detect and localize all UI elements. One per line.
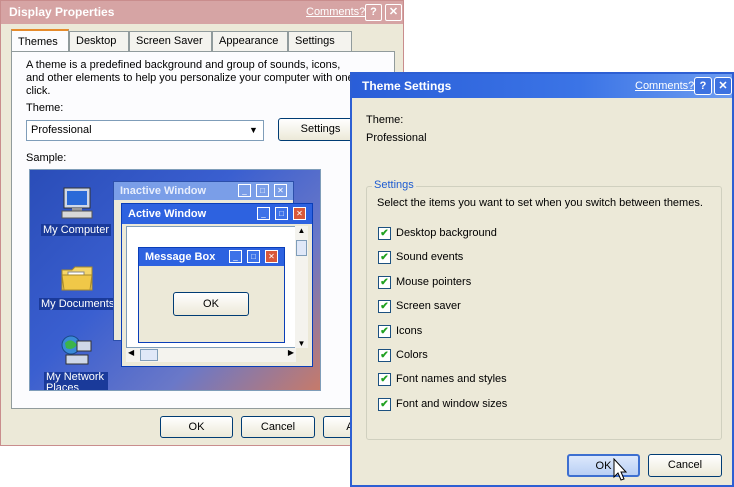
help-icon: ? <box>370 6 377 18</box>
checkbox-label: Mouse pointers <box>396 276 472 288</box>
close-icon: ✕ <box>293 207 306 220</box>
maximize-icon: □ <box>247 250 260 263</box>
theme-value: Professional <box>366 132 427 144</box>
checkbox-label: Font and window sizes <box>396 398 508 410</box>
horizontal-scrollbar[interactable]: ◀ ▶ <box>126 348 296 362</box>
ok-button[interactable]: OK <box>567 454 640 477</box>
theme-dropdown-value: Professional <box>31 124 92 136</box>
scroll-left-icon[interactable]: ◀ <box>128 348 134 357</box>
sample-label: Sample: <box>26 152 67 164</box>
checkbox-checked-icon[interactable]: ✔ <box>378 227 391 240</box>
scroll-right-icon[interactable]: ▶ <box>288 348 294 357</box>
checkbox-label: Sound events <box>396 251 464 263</box>
checkbox-checked-icon[interactable]: ✔ <box>378 373 391 386</box>
close-icon: ✕ <box>274 184 287 197</box>
tab-appearance[interactable]: Appearance <box>212 31 288 51</box>
my-computer-icon <box>61 187 93 219</box>
ok-button[interactable]: OK <box>160 416 233 438</box>
settings-group-title: Settings <box>372 179 416 191</box>
close-icon: ✕ <box>265 250 278 263</box>
scroll-down-icon[interactable]: ▼ <box>295 339 308 348</box>
display-properties-window: Display Properties Comments? ? ✕ Themes … <box>0 0 404 446</box>
vertical-scrollbar[interactable]: ▲ ▼ <box>295 226 308 348</box>
window-title: Display Properties <box>9 5 115 19</box>
comments-link[interactable]: Comments? <box>306 6 365 18</box>
message-box-ok-button[interactable]: OK <box>173 292 249 316</box>
close-icon: ✕ <box>718 80 728 92</box>
theme-settings-dialog: Theme Settings Comments? ? ✕ Theme: Prof… <box>350 72 734 487</box>
help-button[interactable]: ? <box>365 4 382 21</box>
dialog-title: Theme Settings <box>362 79 452 93</box>
sample-message-box: Message Box _ □ ✕ OK <box>138 247 285 343</box>
scroll-thumb[interactable] <box>296 240 307 256</box>
theme-settings-titlebar[interactable]: Theme Settings Comments? ? ✕ <box>352 74 732 98</box>
close-button[interactable]: ✕ <box>385 4 402 21</box>
comments-link[interactable]: Comments? <box>635 80 694 92</box>
my-computer-label: My Computer <box>41 224 112 236</box>
my-documents-icon <box>61 266 93 291</box>
my-network-places-icon <box>61 335 92 365</box>
checkbox-checked-icon[interactable]: ✔ <box>378 276 391 289</box>
checkbox-label: Icons <box>396 325 423 337</box>
help-icon: ? <box>699 80 707 92</box>
checkbox-label: Desktop background <box>396 227 497 239</box>
close-icon: ✕ <box>388 6 399 18</box>
scroll-thumb-horizontal[interactable] <box>140 349 158 361</box>
themes-description: A theme is a predefined background and g… <box>26 59 354 97</box>
checkbox-label: Font names and styles <box>396 373 507 385</box>
my-network-places-label: My Network Places <box>44 372 108 390</box>
theme-dropdown[interactable]: Professional ▼ <box>26 120 264 141</box>
checkbox-label: Screen saver <box>396 300 461 312</box>
checkbox-checked-icon[interactable]: ✔ <box>378 349 391 362</box>
minimize-icon: _ <box>257 207 270 220</box>
maximize-icon: □ <box>256 184 269 197</box>
my-documents-label: My Documents <box>39 298 117 310</box>
theme-label: Theme: <box>26 102 64 114</box>
minimize-icon: _ <box>229 250 242 263</box>
message-box-title: Message Box <box>139 248 284 266</box>
checkbox-label: Colors <box>396 349 428 361</box>
theme-sample-preview: My Computer My Documents My Network Plac… <box>29 169 321 391</box>
checkbox-checked-icon[interactable]: ✔ <box>378 251 391 264</box>
checkbox-checked-icon[interactable]: ✔ <box>378 300 391 313</box>
mouse-pointer-icon <box>613 458 628 481</box>
scroll-up-icon[interactable]: ▲ <box>295 226 308 235</box>
checkbox-checked-icon[interactable]: ✔ <box>378 398 391 411</box>
tab-screen-saver[interactable]: Screen Saver <box>129 31 212 51</box>
minimize-icon: _ <box>238 184 251 197</box>
checkbox-checked-icon[interactable]: ✔ <box>378 325 391 338</box>
tab-desktop[interactable]: Desktop <box>69 31 129 51</box>
theme-label: Theme: <box>366 114 404 126</box>
maximize-icon: □ <box>275 207 288 220</box>
close-button[interactable]: ✕ <box>714 77 732 95</box>
cancel-button[interactable]: Cancel <box>241 416 315 438</box>
cancel-button[interactable]: Cancel <box>648 454 722 477</box>
display-properties-titlebar[interactable]: Display Properties Comments? ? ✕ <box>1 1 403 24</box>
settings-instruction: Select the items you want to set when yo… <box>377 197 703 209</box>
chevron-down-icon[interactable]: ▼ <box>246 123 261 138</box>
tab-themes[interactable]: Themes <box>11 29 69 51</box>
tab-settings[interactable]: Settings <box>288 31 352 51</box>
help-button[interactable]: ? <box>694 77 712 95</box>
